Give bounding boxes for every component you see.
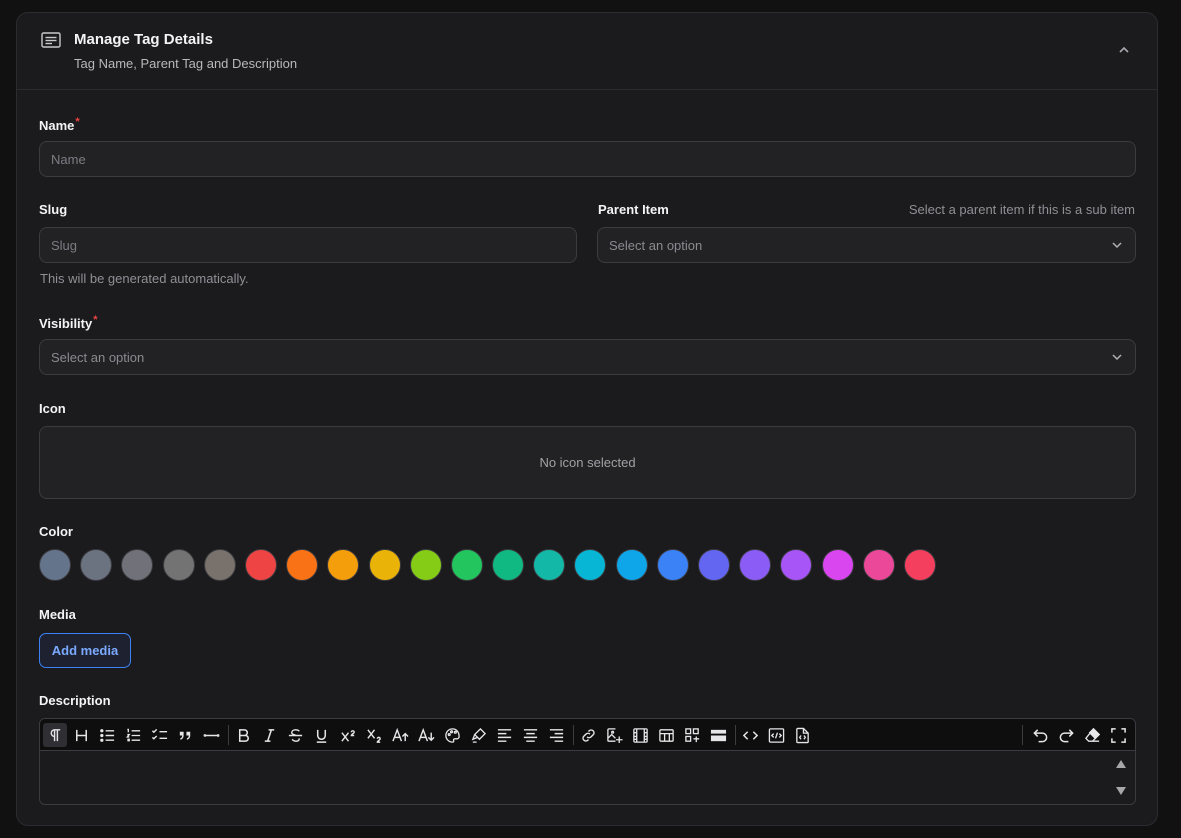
tag-details-card: Manage Tag Details Tag Name, Parent Tag …	[16, 12, 1158, 826]
color-swatch[interactable]	[286, 549, 319, 581]
section-title: Manage Tag Details	[74, 31, 213, 48]
required-mark: *	[93, 314, 98, 326]
document-lines-icon	[41, 32, 61, 48]
color-label: Color	[39, 524, 73, 539]
bold-icon[interactable]	[231, 723, 255, 747]
heading-icon[interactable]	[69, 723, 93, 747]
chevron-up-icon[interactable]	[1115, 41, 1133, 59]
name-input[interactable]	[39, 141, 1136, 177]
color-swatch[interactable]	[739, 549, 772, 581]
parent-item-label: Parent Item	[598, 202, 669, 217]
color-swatch[interactable]	[698, 549, 730, 581]
editor-toolbar	[40, 719, 1135, 751]
parent-item-hint: Select a parent item if this is a sub it…	[908, 202, 1135, 217]
insert-block-icon[interactable]	[706, 723, 730, 747]
editor-content-area[interactable]	[40, 751, 1115, 804]
color-swatch[interactable]	[492, 549, 525, 581]
color-swatch[interactable]	[409, 549, 442, 581]
color-swatch[interactable]	[780, 549, 813, 581]
color-swatch[interactable]	[39, 549, 71, 581]
color-swatch[interactable]	[903, 549, 936, 581]
card-header: Manage Tag Details Tag Name, Parent Tag …	[17, 13, 1157, 90]
icon-label: Icon	[39, 401, 66, 416]
color-swatch[interactable]	[656, 549, 689, 581]
chevron-down-icon	[1112, 354, 1122, 361]
underline-icon[interactable]	[309, 723, 333, 747]
visibility-label: Visibility*	[39, 314, 98, 331]
blockquote-icon[interactable]	[173, 723, 197, 747]
toolbar-divider	[1022, 725, 1023, 745]
description-editor	[39, 718, 1136, 805]
icon-picker[interactable]: No icon selected	[39, 426, 1136, 499]
section-subtitle: Tag Name, Parent Tag and Description	[74, 56, 298, 71]
font-size-decrease-icon[interactable]	[414, 723, 438, 747]
color-swatch[interactable]	[450, 549, 483, 581]
slug-helper-text: This will be generated automatically.	[40, 271, 249, 286]
color-swatch[interactable]	[862, 549, 895, 581]
redo-icon[interactable]	[1054, 723, 1078, 747]
color-swatch[interactable]	[244, 549, 277, 581]
visibility-select[interactable]: Select an option	[39, 339, 1136, 375]
color-swatch[interactable]	[162, 549, 195, 581]
insert-video-icon[interactable]	[628, 723, 652, 747]
scroll-up-arrow-icon[interactable]	[1115, 759, 1127, 769]
scroll-down-arrow-icon[interactable]	[1115, 786, 1127, 796]
slug-input[interactable]	[39, 227, 577, 263]
font-size-increase-icon[interactable]	[388, 723, 412, 747]
parent-item-value: Select an option	[609, 237, 703, 253]
parent-item-select[interactable]: Select an option	[597, 227, 1136, 263]
color-swatch[interactable]	[533, 549, 566, 581]
ordered-list-icon[interactable]	[121, 723, 145, 747]
color-swatch[interactable]	[574, 549, 607, 581]
insert-image-icon[interactable]	[602, 723, 626, 747]
horizontal-rule-icon[interactable]	[199, 723, 223, 747]
toolbar-divider	[573, 725, 574, 745]
color-swatches	[39, 549, 936, 581]
html-source-icon[interactable]	[790, 723, 814, 747]
strikethrough-icon[interactable]	[283, 723, 307, 747]
color-swatch[interactable]	[327, 549, 360, 581]
align-right-icon[interactable]	[544, 723, 568, 747]
color-swatch[interactable]	[368, 549, 401, 581]
code-icon[interactable]	[738, 723, 762, 747]
toolbar-divider	[735, 725, 736, 745]
task-list-icon[interactable]	[147, 723, 171, 747]
bullet-list-icon[interactable]	[95, 723, 119, 747]
fullscreen-icon[interactable]	[1106, 723, 1130, 747]
align-center-icon[interactable]	[518, 723, 542, 747]
slug-label: Slug	[39, 202, 68, 217]
chevron-down-icon	[1112, 242, 1122, 249]
color-swatch[interactable]	[121, 549, 154, 581]
required-mark: *	[75, 116, 80, 128]
add-media-button[interactable]: Add media	[39, 633, 131, 668]
insert-grid-icon[interactable]	[680, 723, 704, 747]
highlight-icon[interactable]	[466, 723, 490, 747]
color-swatch[interactable]	[615, 549, 648, 581]
clear-format-icon[interactable]	[1080, 723, 1104, 747]
code-block-icon[interactable]	[764, 723, 788, 747]
visibility-value: Select an option	[51, 349, 145, 365]
superscript-icon[interactable]	[336, 723, 360, 747]
icon-empty-text: No icon selected	[539, 455, 636, 470]
color-swatch[interactable]	[203, 549, 236, 581]
name-label: Name*	[39, 116, 80, 133]
color-swatch[interactable]	[80, 549, 113, 581]
color-swatch[interactable]	[821, 549, 854, 581]
subscript-icon[interactable]	[362, 723, 386, 747]
description-label: Description	[39, 693, 111, 708]
text-color-icon[interactable]	[440, 723, 464, 747]
paragraph-icon[interactable]	[43, 723, 67, 747]
toolbar-divider	[228, 725, 229, 745]
link-icon[interactable]	[576, 723, 600, 747]
align-left-icon[interactable]	[492, 723, 516, 747]
insert-table-icon[interactable]	[654, 723, 678, 747]
italic-icon[interactable]	[257, 723, 281, 747]
media-label: Media	[39, 607, 76, 622]
undo-icon[interactable]	[1028, 723, 1052, 747]
